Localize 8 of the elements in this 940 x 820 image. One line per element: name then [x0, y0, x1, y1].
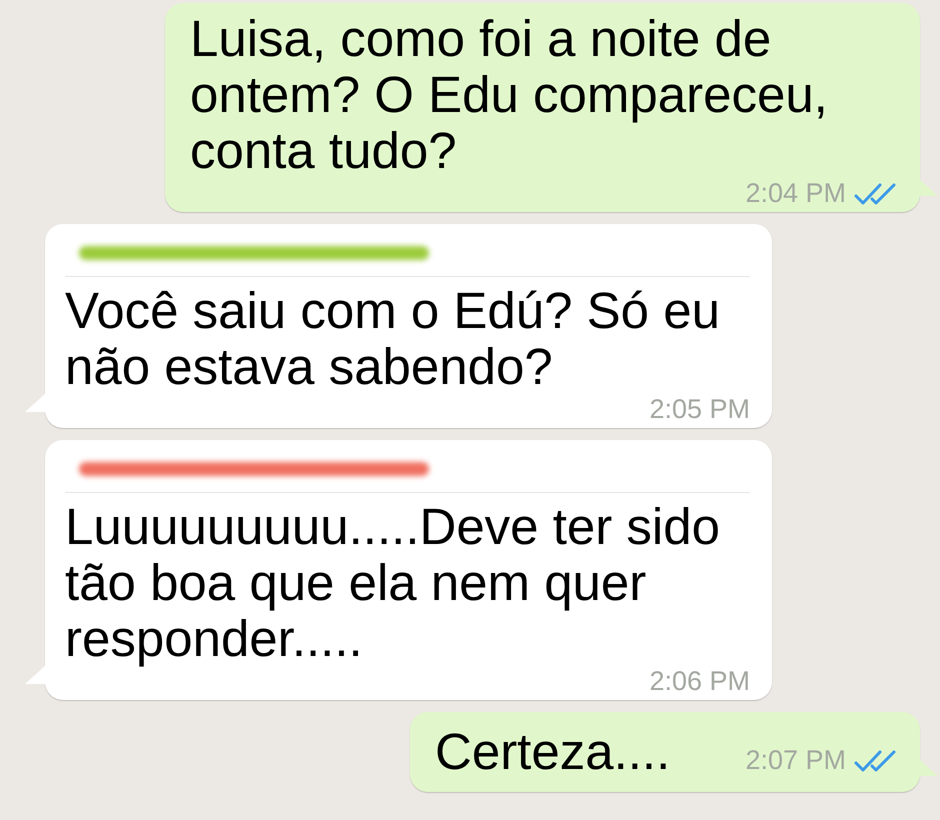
message-text: Luisa, como foi a noite de ontem? O Edu compareceu, conta tudo?: [190, 11, 829, 179]
message-text: Você saiu com o Edú? Só eu não estava sabendo?: [65, 283, 721, 395]
message-time: 2:07 PM: [745, 745, 846, 776]
message-time: 2:06 PM: [649, 666, 750, 697]
message-text: Certeza....: [435, 724, 670, 780]
message-time: 2:05 PM: [649, 394, 750, 425]
message-text: Luuuuuuuuu.....Deve ter sido tão boa que ela nem quer responder.....: [65, 499, 721, 667]
message-time: 2:04 PM: [745, 178, 846, 209]
